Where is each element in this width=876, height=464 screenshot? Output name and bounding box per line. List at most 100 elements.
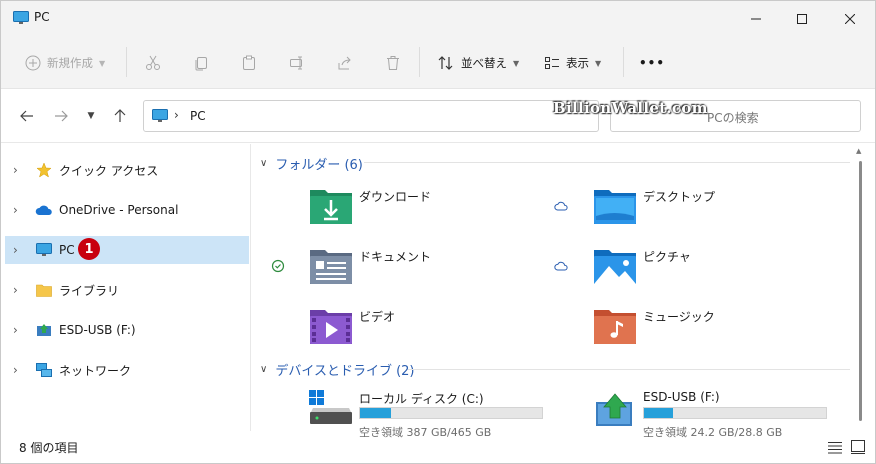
sidebar-item-label: PC — [59, 243, 75, 257]
window-title: PC — [34, 10, 50, 24]
drive-usage-fill — [360, 408, 391, 418]
sidebar-item-network[interactable]: › ネットワーク — [5, 356, 249, 384]
separator — [419, 47, 420, 77]
address-path: PC — [190, 109, 206, 123]
cloud-status-icon — [554, 261, 568, 271]
network-icon — [35, 362, 53, 378]
address-bar[interactable]: › PC — [143, 100, 599, 132]
sort-icon — [438, 56, 453, 70]
group-header-drives[interactable]: ∨ デバイスとドライブ (2) — [260, 360, 415, 379]
folder-item-videos[interactable]: ビデオ — [309, 306, 569, 358]
step-number-badge: 1 — [78, 238, 100, 260]
usb-drive-icon — [596, 393, 632, 426]
synced-check-icon — [271, 259, 285, 273]
sidebar-item-onedrive[interactable]: › OneDrive - Personal — [5, 196, 249, 224]
forward-button[interactable] — [51, 106, 71, 126]
chevron-right-icon: › — [13, 283, 18, 297]
vertical-scrollbar[interactable]: ▲ — [852, 147, 868, 431]
folder-name: デスクトップ — [643, 190, 716, 204]
drive-name: ESD-USB (F:) — [643, 390, 720, 404]
group-header-folders[interactable]: ∨ フォルダー (6) — [260, 154, 363, 173]
scroll-up-icon[interactable]: ▲ — [856, 147, 861, 155]
separator — [126, 47, 127, 77]
folder-name: ピクチャ — [643, 250, 691, 264]
folder-icon — [35, 282, 53, 298]
group-divider — [408, 369, 850, 370]
sidebar-item-quick-access[interactable]: › クイック アクセス — [5, 156, 249, 184]
navigation-pane: › クイック アクセス › OneDrive - Personal › PC › — [1, 144, 251, 431]
content-pane: ∨ フォルダー (6) ダウンロード デスクトップ ドキュメント ピクチャ ビデ… — [252, 144, 861, 439]
folder-item-music[interactable]: ミュージック — [593, 306, 853, 358]
folder-item-pictures[interactable]: ピクチャ — [593, 246, 853, 298]
command-bar: 新規作成 ▼ 並べ替え ▼ 表示 ▼ ••• — [1, 37, 875, 89]
downloads-folder-icon — [310, 190, 352, 224]
scissors-icon — [146, 55, 160, 70]
chevron-down-icon: ∨ — [260, 158, 268, 169]
maximize-button[interactable] — [779, 1, 825, 37]
chevron-down-icon: ▼ — [513, 58, 520, 68]
rename-button[interactable] — [289, 51, 305, 75]
new-button[interactable]: 新規作成 ▼ — [25, 51, 105, 75]
cut-button[interactable] — [145, 51, 161, 75]
group-divider — [364, 162, 850, 163]
view-list-icon — [545, 57, 559, 69]
large-icons-view-icon[interactable] — [850, 439, 866, 455]
delete-button[interactable] — [385, 51, 401, 75]
arrow-left-icon — [20, 110, 33, 122]
sort-label: 並べ替え — [461, 56, 507, 70]
new-label: 新規作成 — [47, 56, 93, 70]
minimize-button[interactable] — [733, 1, 779, 37]
chevron-right-icon: › — [13, 363, 18, 377]
group-title: フォルダー (6) — [275, 158, 363, 173]
trash-icon — [387, 56, 399, 70]
file-explorer-window: PC 新規作成 ▼ 並べ替え ▼ 表示 ▼ ••• ▼ › PC PCの検索 B… — [0, 0, 876, 464]
chevron-right-icon: › — [13, 323, 18, 337]
sidebar-item-label: ライブラリ — [59, 283, 120, 298]
sidebar-item-label: クイック アクセス — [59, 163, 159, 178]
recent-locations-button[interactable]: ▼ — [81, 106, 101, 126]
sort-button[interactable]: 並べ替え ▼ — [437, 51, 519, 75]
copy-icon — [195, 57, 207, 71]
drive-name: ローカル ディスク (C:) — [359, 392, 484, 406]
folder-item-desktop[interactable]: デスクトップ — [593, 186, 853, 238]
music-folder-icon — [594, 310, 636, 344]
back-button[interactable] — [17, 106, 37, 126]
search-placeholder: PCの検索 — [707, 111, 759, 125]
close-button[interactable] — [827, 1, 873, 37]
sidebar-item-libraries[interactable]: › ライブラリ — [5, 276, 249, 304]
folder-item-documents[interactable]: ドキュメント — [309, 246, 569, 298]
folder-name: ドキュメント — [359, 250, 432, 264]
share-button[interactable] — [337, 51, 353, 75]
copy-button[interactable] — [193, 51, 209, 75]
up-button[interactable] — [110, 106, 130, 126]
drive-usage-fill — [644, 408, 674, 418]
separator — [623, 47, 624, 77]
group-title: デバイスとドライブ (2) — [275, 364, 415, 379]
details-view-icon[interactable] — [827, 439, 843, 455]
status-bar: 8 個の項目 — [1, 431, 875, 463]
folder-item-downloads[interactable]: ダウンロード — [309, 186, 569, 238]
monitor-icon — [152, 109, 168, 122]
chevron-right-icon: › — [13, 243, 18, 257]
desktop-folder-icon — [594, 190, 636, 224]
usb-drive-icon — [35, 322, 53, 338]
cloud-status-icon — [554, 201, 568, 211]
chevron-right-icon: › — [174, 108, 179, 122]
arrow-right-icon — [55, 110, 68, 122]
view-label: 表示 — [566, 56, 589, 70]
paste-button[interactable] — [241, 51, 257, 75]
documents-folder-icon — [310, 250, 352, 284]
scrollbar-thumb[interactable] — [859, 161, 862, 421]
sidebar-item-esd-usb[interactable]: › ESD-USB (F:) — [5, 316, 249, 344]
chevron-right-icon: › — [13, 163, 18, 177]
clipboard-icon — [243, 55, 255, 70]
monitor-icon — [35, 242, 53, 258]
folder-name: ダウンロード — [359, 190, 432, 204]
videos-folder-icon — [310, 310, 352, 344]
sidebar-item-pc[interactable]: › PC — [5, 236, 249, 264]
view-button[interactable]: 表示 ▼ — [544, 51, 601, 75]
more-options-button[interactable]: ••• — [639, 51, 665, 75]
chevron-down-icon: ∨ — [260, 364, 268, 375]
item-count: 8 個の項目 — [19, 441, 79, 455]
sidebar-item-label: ESD-USB (F:) — [59, 323, 136, 337]
